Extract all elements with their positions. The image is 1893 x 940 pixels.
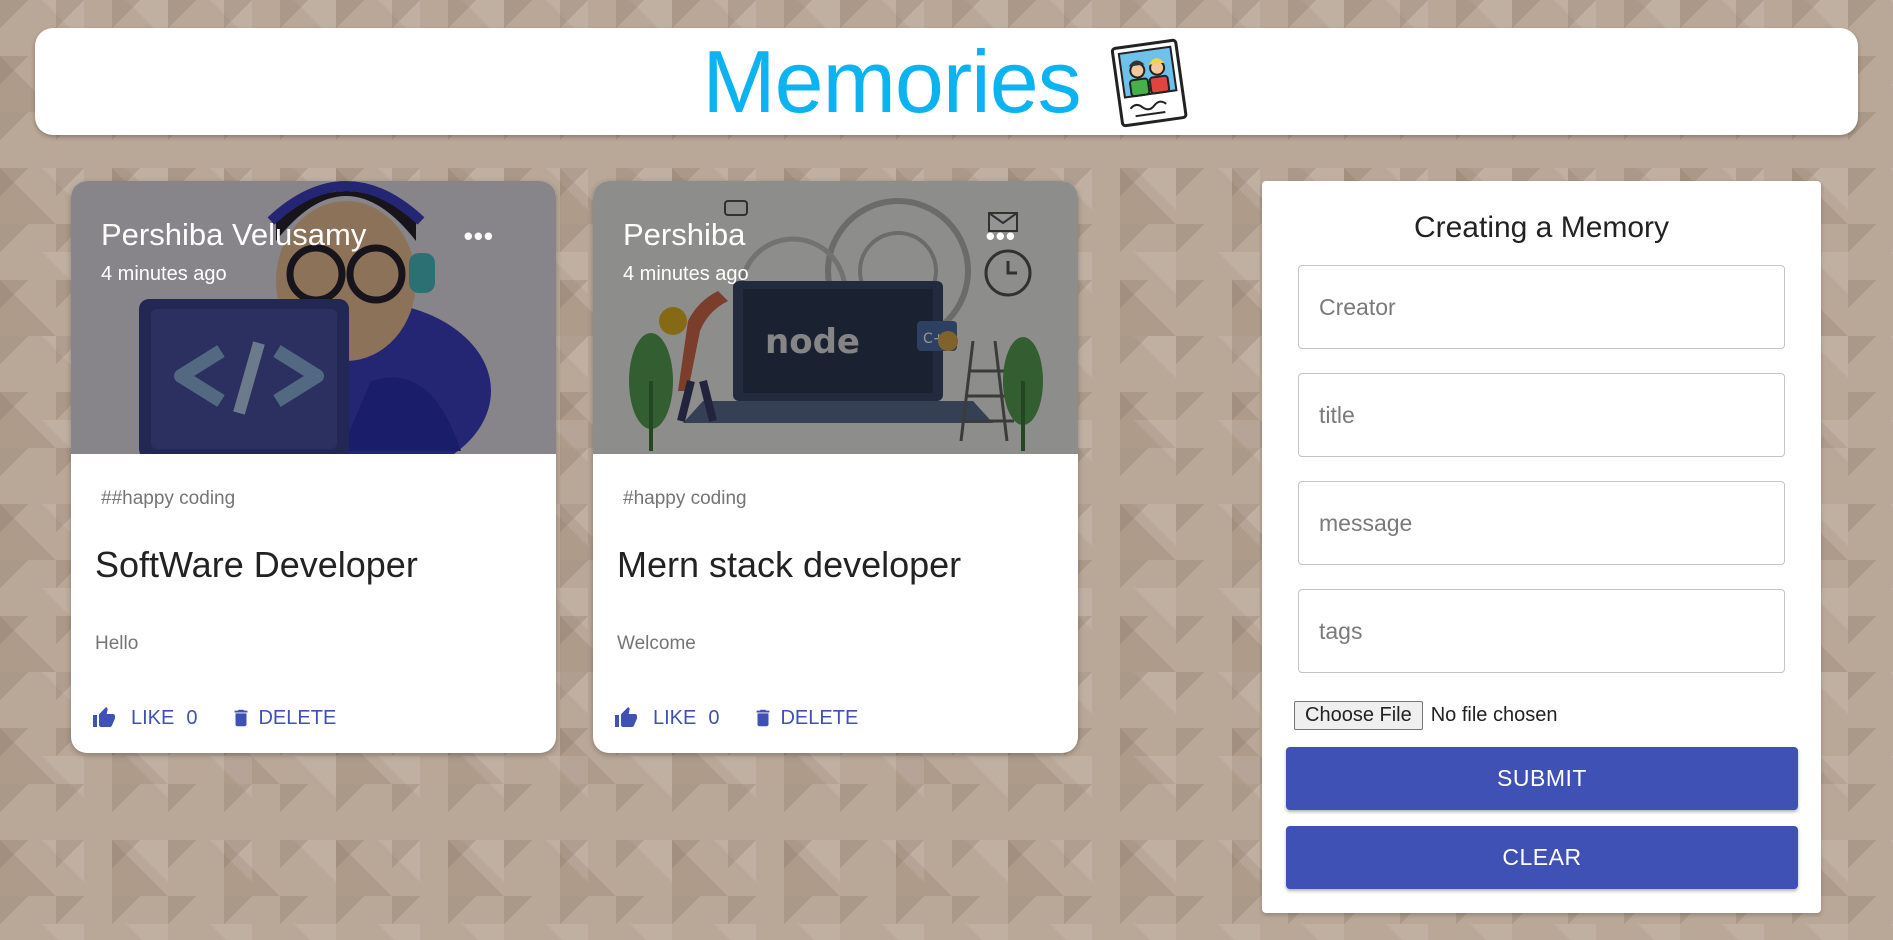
thumb-up-icon [93, 707, 115, 727]
delete-button[interactable]: DELETE [230, 705, 336, 731]
card-media: Pershiba Velusamy 4 minutes ago ••• [71, 181, 556, 454]
post-title: Mern stack developer [617, 544, 962, 585]
like-button[interactable]: LIKE 0 [91, 706, 197, 730]
file-picker: Choose File No file chosen [1294, 701, 1557, 730]
message-input[interactable] [1298, 481, 1785, 565]
like-button[interactable]: LIKE 0 [613, 706, 719, 730]
card-media: node C++ Pershiba 4 minutes ago ••• [593, 181, 1078, 454]
trash-icon [757, 709, 770, 727]
app-title: Memories [702, 31, 1081, 131]
card-actions: LIKE 0 DELETE [91, 705, 336, 731]
post-title: SoftWare Developer [95, 544, 418, 585]
post-time: 4 minutes ago [101, 263, 227, 285]
file-status: No file chosen [1430, 704, 1558, 726]
post-tags: #happy coding [623, 488, 747, 509]
delete-label: DELETE [258, 706, 337, 729]
memory-card: Pershiba Velusamy 4 minutes ago ••• ##ha… [71, 181, 556, 753]
create-memory-form: Creating a Memory Choose File No file ch… [1262, 181, 1821, 913]
post-message: Hello [95, 633, 139, 654]
delete-button[interactable]: DELETE [752, 705, 858, 731]
tags-input[interactable] [1298, 589, 1785, 673]
photo-memories-icon [1110, 38, 1188, 127]
thumb-up-icon [615, 707, 637, 727]
app-bar: Memories [35, 28, 1858, 135]
form-title: Creating a Memory [1413, 211, 1670, 244]
card-actions: LIKE 0 DELETE [613, 705, 858, 731]
memory-card: node C++ Pershiba 4 minutes ago ••• #hap… [593, 181, 1078, 753]
post-time: 4 minutes ago [623, 263, 749, 285]
post-tags: ##happy coding [101, 488, 236, 509]
choose-file-button[interactable]: Choose File [1294, 701, 1423, 730]
creator-input[interactable] [1298, 265, 1785, 349]
post-creator: Pershiba [623, 217, 746, 252]
clear-button[interactable]: CLEAR [1286, 826, 1798, 889]
more-horizontal-icon[interactable]: ••• [986, 221, 1016, 252]
more-horizontal-icon[interactable]: ••• [464, 221, 494, 252]
like-label: LIKE [131, 706, 175, 729]
like-label: LIKE [653, 706, 697, 729]
submit-button[interactable]: SUBMIT [1286, 747, 1798, 810]
title-input[interactable] [1298, 373, 1785, 457]
like-count: 0 [708, 706, 720, 729]
trash-icon [235, 709, 248, 727]
like-count: 0 [186, 706, 198, 729]
post-creator: Pershiba Velusamy [101, 217, 367, 252]
post-message: Welcome [617, 633, 696, 654]
delete-label: DELETE [780, 706, 859, 729]
